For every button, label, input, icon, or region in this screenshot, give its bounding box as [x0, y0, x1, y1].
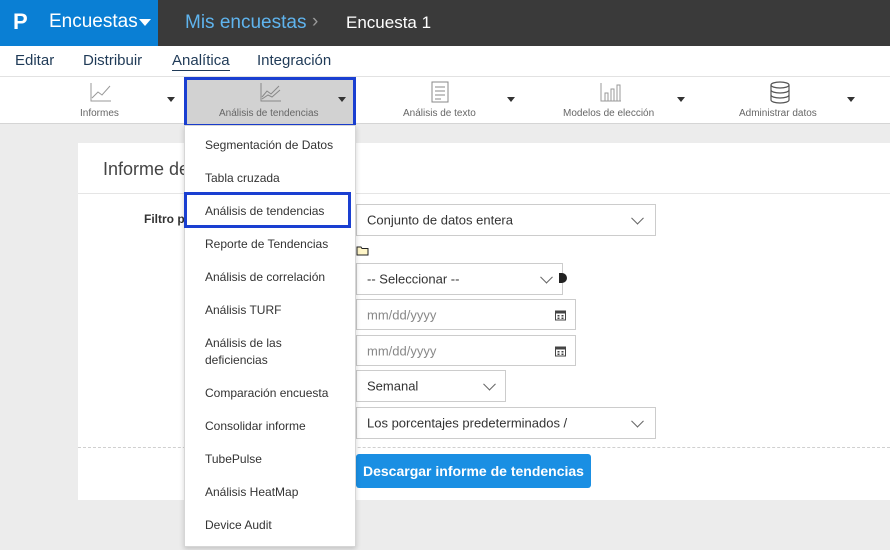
dropdown-item-tabla-cruzada[interactable]: Tabla cruzada	[185, 170, 355, 187]
tool-modelos-eleccion[interactable]: Modelos de elección	[553, 77, 688, 123]
dataset-select-value: Conjunto de datos entera	[367, 212, 513, 228]
highlight-box-dropdown-item	[184, 192, 351, 228]
dropdown-item-turf[interactable]: Análisis TURF	[185, 302, 355, 319]
date-to-placeholder: mm/dd/yyyy	[367, 343, 437, 358]
panel-title: Informe de	[103, 159, 190, 179]
dropdown-item-device-audit[interactable]: Device Audit	[185, 517, 355, 534]
highlight-box-toolbar	[184, 77, 356, 127]
date-to-input[interactable]: mm/dd/yyyy	[356, 335, 576, 366]
dropdown-item-segmentacion[interactable]: Segmentación de Datos	[185, 137, 355, 154]
chevron-down-icon	[540, 270, 553, 284]
menu-integracion[interactable]: Integración	[257, 52, 331, 70]
breadcrumb-current-survey: Encuesta 1	[346, 13, 432, 32]
caret-down-icon	[139, 19, 151, 26]
database-icon	[770, 81, 790, 104]
menu-editar[interactable]: Editar	[15, 52, 54, 70]
chevron-down-icon	[677, 97, 685, 102]
tool-informes[interactable]: Informes	[60, 77, 180, 123]
chevron-down-icon	[483, 377, 496, 391]
dropdown-item-correlacion[interactable]: Análisis de correlación	[185, 269, 355, 286]
trend-analysis-dropdown: Segmentación de Datos Tabla cruzada Anál…	[184, 125, 356, 547]
tool-texto-label: Análisis de texto	[403, 108, 476, 119]
chevron-down-icon	[847, 97, 855, 102]
percent-select-value: Los porcentajes predeterminados /	[367, 415, 568, 431]
dropdown-item-reporte-tendencias[interactable]: Reporte de Tendencias	[185, 236, 355, 253]
percent-select[interactable]: Los porcentajes predeterminados /	[356, 407, 656, 439]
interval-select-value: Semanal	[367, 378, 419, 394]
interval-select[interactable]: Semanal	[356, 370, 506, 402]
calendar-icon[interactable]	[555, 345, 566, 356]
dropdown-item-heatmap[interactable]: Análisis HeatMap	[185, 484, 355, 501]
app-logo: P	[13, 9, 28, 34]
date-from-input[interactable]: mm/dd/yyyy	[356, 299, 576, 330]
dropdown-item-tubepulse[interactable]: TubePulse	[185, 451, 355, 468]
bar-chart-icon	[600, 83, 621, 102]
chevron-down-icon	[167, 97, 175, 102]
menu-distribuir[interactable]: Distribuir	[83, 52, 142, 70]
dropdown-item-consolidar[interactable]: Consolidar informe	[185, 418, 355, 435]
segment-select-value: -- Seleccionar --	[367, 271, 460, 287]
tool-administrar-datos[interactable]: Administrar datos	[727, 77, 857, 123]
main-menu: Editar Distribuir Analítica Integración	[0, 46, 890, 77]
segment-select[interactable]: -- Seleccionar --	[356, 263, 563, 295]
app-name: Encuestas	[49, 11, 138, 32]
text-doc-icon	[431, 81, 449, 103]
menu-analitica[interactable]: Analítica	[172, 52, 230, 71]
dropdown-item-comparacion[interactable]: Comparación encuesta	[185, 385, 355, 402]
tool-administrar-label: Administrar datos	[739, 108, 817, 119]
tool-modelos-label: Modelos de elección	[563, 108, 655, 119]
breadcrumb-chevron-icon: ›	[312, 11, 319, 32]
line-chart-icon	[90, 83, 111, 102]
folder-icon[interactable]	[356, 245, 369, 256]
chevron-down-icon	[631, 414, 644, 428]
calendar-icon[interactable]	[555, 309, 566, 320]
app-switcher[interactable]: P Encuestas	[0, 0, 158, 46]
analytics-toolbar: Informes Análisis de tendencias Análisis…	[0, 77, 890, 124]
tool-analisis-texto[interactable]: Análisis de texto	[390, 77, 520, 123]
date-from-placeholder: mm/dd/yyyy	[367, 307, 437, 322]
chevron-down-icon	[507, 97, 515, 102]
chevron-down-icon	[631, 211, 644, 225]
dropdown-item-deficiencias[interactable]: Análisis de las deficiencias	[185, 335, 355, 369]
tool-informes-label: Informes	[80, 108, 119, 119]
dataset-select[interactable]: Conjunto de datos entera	[356, 204, 656, 236]
breadcrumb-my-surveys[interactable]: Mis encuestas	[185, 12, 306, 34]
download-trend-report-button[interactable]: Descargar informe de tendencias	[356, 454, 591, 488]
